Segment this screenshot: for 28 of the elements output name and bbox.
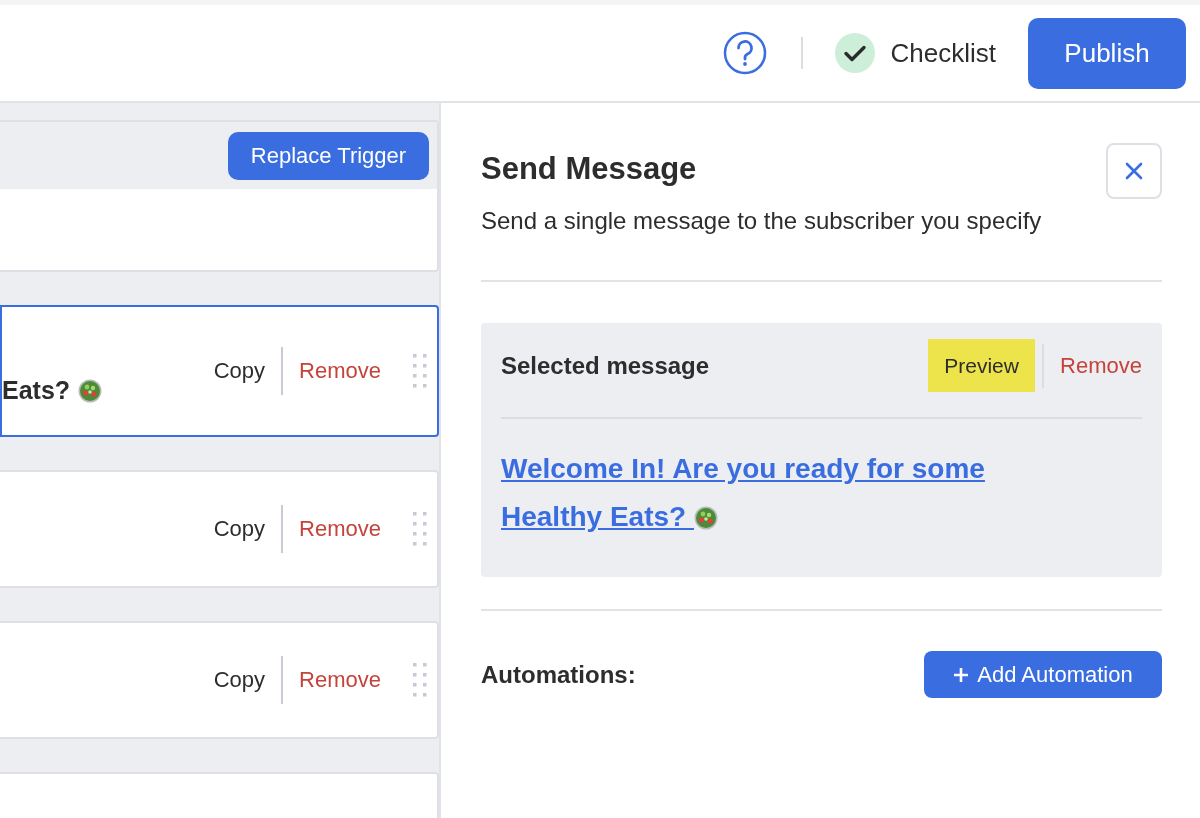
copy-button[interactable]: Copy	[213, 358, 266, 384]
panel-title: Send Message	[481, 151, 698, 187]
add-automation-button[interactable]: Add Automation	[924, 651, 1162, 698]
preview-button[interactable]: Preview	[928, 339, 1036, 392]
help-icon[interactable]	[722, 31, 767, 75]
panel-description: Send a single message to the subscriber you specify	[481, 206, 1043, 236]
remove-button[interactable]: Remove	[1042, 343, 1142, 388]
automations-label: Automations:	[481, 660, 636, 689]
copy-button[interactable]: Copy	[213, 516, 266, 542]
selected-message-label: Selected message	[501, 351, 710, 380]
drag-handle-icon[interactable]	[413, 512, 427, 546]
step-card[interactable]: Copy Remove	[0, 621, 439, 739]
checklist-button[interactable]: Checklist	[834, 33, 996, 73]
close-button[interactable]	[1106, 143, 1162, 199]
remove-button[interactable]: Remove	[299, 358, 381, 384]
replace-trigger-button[interactable]: Replace Trigger	[228, 131, 429, 180]
remove-button[interactable]: Remove	[299, 667, 381, 693]
copy-button[interactable]: Copy	[213, 667, 266, 693]
step-title: Eats?	[2, 376, 71, 405]
close-icon	[1125, 162, 1143, 180]
drag-handle-icon[interactable]	[413, 663, 427, 697]
step-card[interactable]: Copy Remove	[0, 470, 439, 588]
plus-icon	[953, 666, 970, 683]
step-card[interactable]: Eats? Copy Remove	[0, 305, 439, 437]
publish-button[interactable]: Publish	[1028, 17, 1186, 89]
remove-button[interactable]: Remove	[299, 516, 381, 542]
message-link[interactable]: Welcome In! Are you ready for some Healthy Eats?	[501, 445, 1061, 541]
drag-handle-icon[interactable]	[413, 354, 427, 388]
